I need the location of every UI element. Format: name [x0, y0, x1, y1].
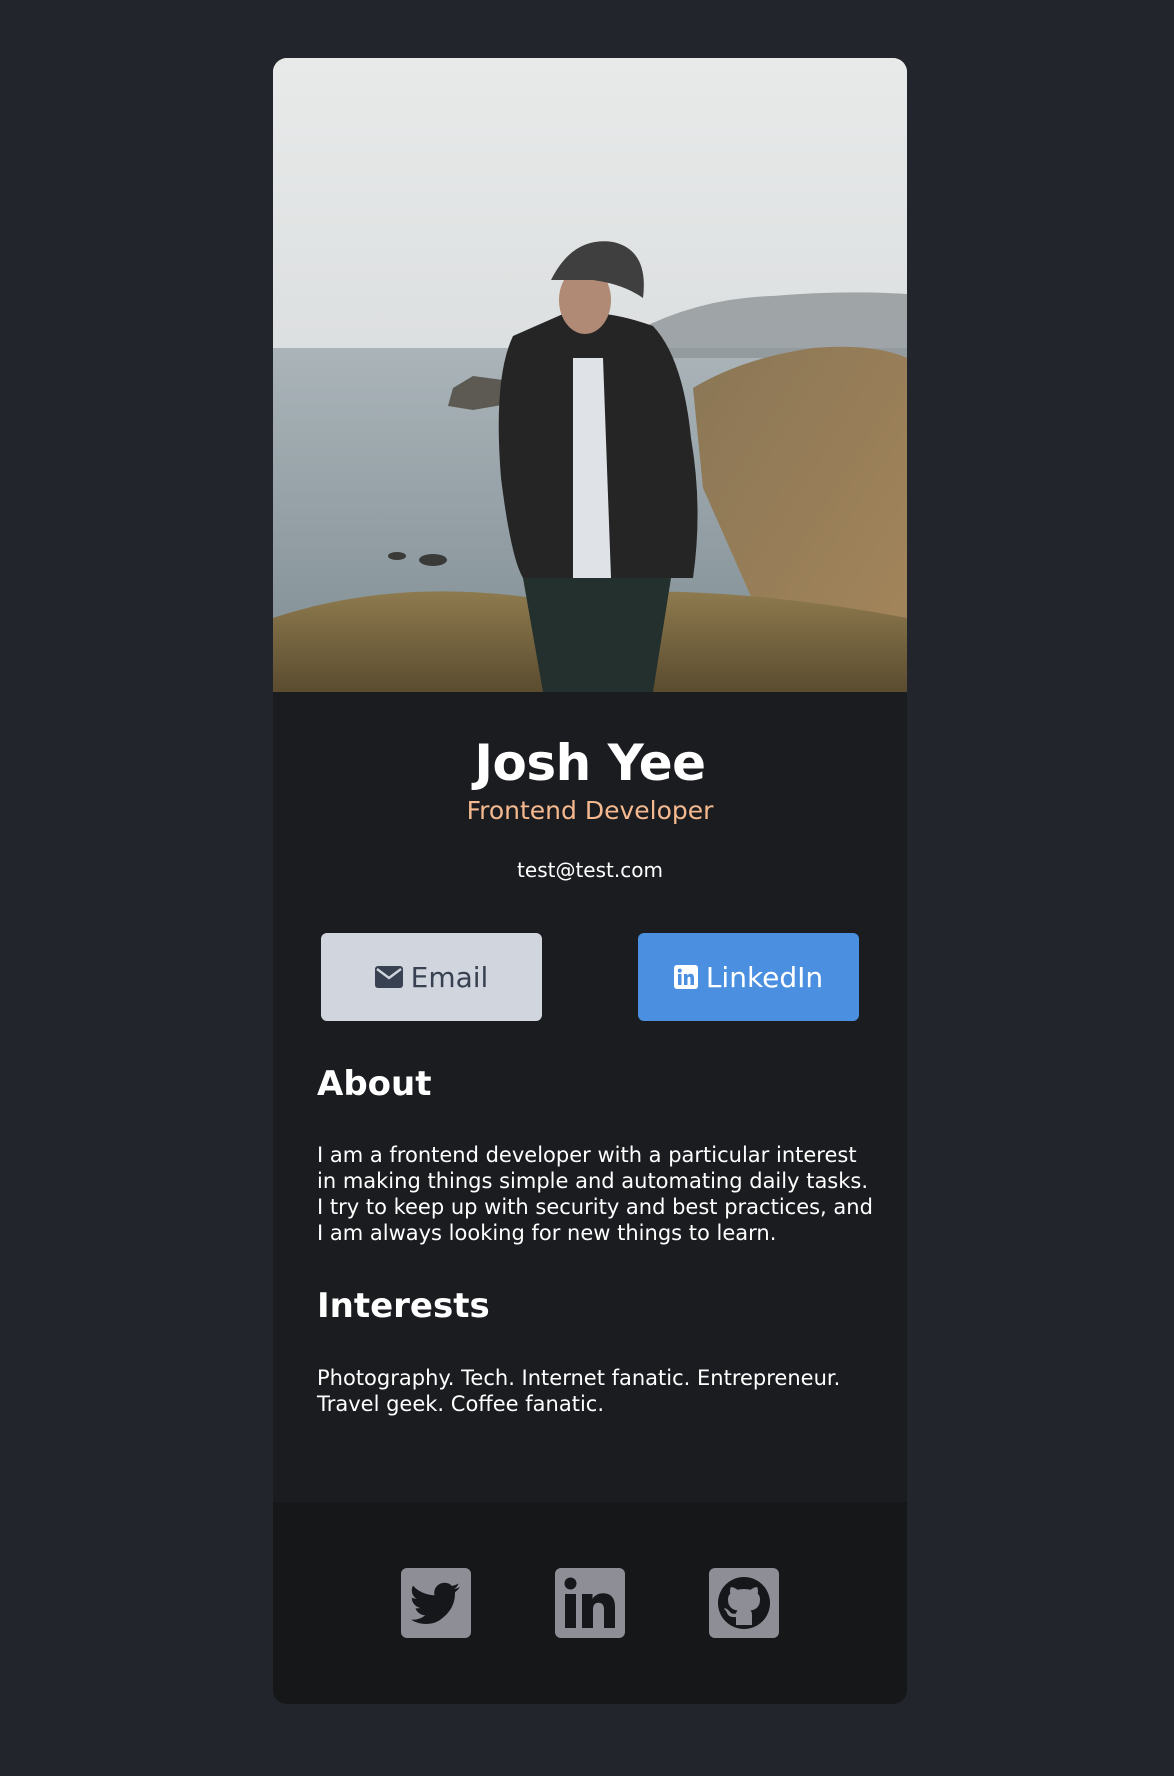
profile-role: Frontend Developer [466, 796, 714, 825]
profile-email: test@test.com [517, 858, 663, 882]
github-icon [718, 1577, 770, 1629]
twitter-link[interactable] [401, 1568, 471, 1638]
envelope-icon [374, 966, 403, 988]
linkedin-square-icon [673, 965, 698, 989]
email-button-label: Email [410, 960, 489, 994]
profile-card: Josh Yee Frontend Developer test@test.co… [273, 58, 907, 1704]
about-heading: About [317, 1064, 432, 1104]
interests-heading: Interests [317, 1286, 490, 1326]
linkedin-button-label: LinkedIn [705, 960, 824, 994]
twitter-icon [411, 1582, 460, 1624]
profile-name: Josh Yee [474, 734, 706, 792]
profile-photo [273, 58, 907, 692]
github-link[interactable] [709, 1568, 779, 1638]
footer [273, 1502, 907, 1704]
linkedin-icon [564, 1577, 615, 1628]
linkedin-button[interactable]: LinkedIn [638, 933, 859, 1021]
interests-text: Photography. Tech. Internet fanatic. Ent… [317, 1366, 841, 1416]
profile-info: Josh Yee Frontend Developer test@test.co… [273, 692, 907, 1502]
about-text: I am a frontend developer with a particu… [317, 1143, 873, 1245]
linkedin-link[interactable] [555, 1568, 625, 1638]
email-button[interactable]: Email [321, 933, 542, 1021]
profile-photo-image [273, 58, 907, 692]
